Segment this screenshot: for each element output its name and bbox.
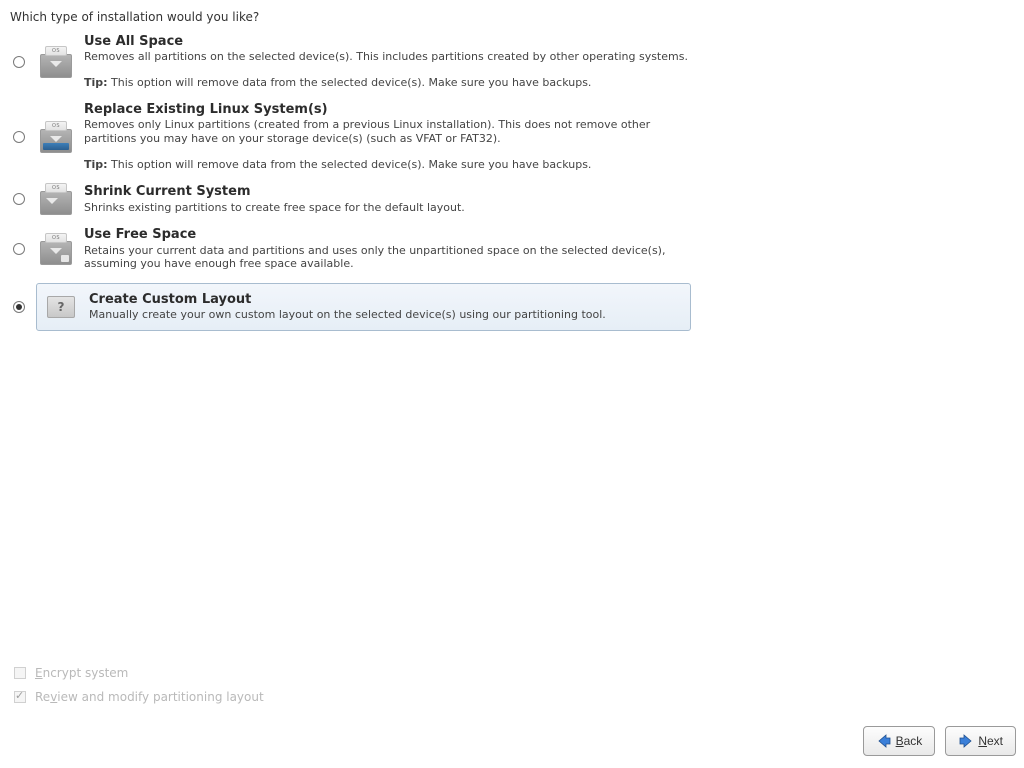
option-replace-linux[interactable]: OS Replace Existing Linux System(s) Remo… [10, 102, 1014, 172]
back-button[interactable]: Back [863, 726, 936, 756]
review-layout-row: Review and modify partitioning layout [10, 688, 264, 706]
navigation-buttons: Back Next [863, 726, 1016, 756]
arrow-left-icon [876, 733, 892, 749]
bottom-options: Encrypt system Review and modify partiti… [10, 664, 264, 706]
option-title: Use All Space [84, 34, 688, 50]
option-desc: Retains your current data and partitions… [84, 244, 694, 272]
option-tip: Tip: This option will remove data from t… [84, 76, 688, 90]
encrypt-checkbox [14, 667, 26, 679]
option-title: Create Custom Layout [89, 292, 606, 308]
radio-use-all-space[interactable] [13, 56, 25, 68]
option-desc: Removes all partitions on the selected d… [84, 50, 688, 64]
question-icon: ? [47, 296, 75, 318]
encrypt-label: Encrypt system [35, 666, 128, 680]
option-desc: Shrinks existing partitions to create fr… [84, 201, 465, 215]
shrink-icon: OS [36, 183, 76, 215]
option-tip: Tip: This option will remove data from t… [84, 158, 694, 172]
review-checkbox [14, 691, 26, 703]
next-button[interactable]: Next [945, 726, 1016, 756]
replace-linux-icon: OS [36, 121, 76, 153]
option-desc: Removes only Linux partitions (created f… [84, 118, 694, 146]
option-use-all-space[interactable]: OS Use All Space Removes all partitions … [10, 34, 1014, 90]
option-shrink[interactable]: OS Shrink Current System Shrinks existin… [10, 183, 1014, 215]
option-free-space[interactable]: OS Use Free Space Retains your current d… [10, 227, 1014, 271]
option-desc: Manually create your own custom layout o… [89, 308, 606, 322]
free-space-icon: OS [36, 233, 76, 265]
review-label: Review and modify partitioning layout [35, 690, 264, 704]
install-type-options: OS Use All Space Removes all partitions … [10, 34, 1014, 331]
radio-free-space[interactable] [13, 243, 25, 255]
option-title: Use Free Space [84, 227, 694, 243]
radio-custom-layout[interactable] [13, 301, 25, 313]
encrypt-system-row: Encrypt system [10, 664, 264, 682]
option-custom-layout[interactable]: ? Create Custom Layout Manually create y… [10, 283, 1014, 331]
custom-layout-panel: ? Create Custom Layout Manually create y… [36, 283, 691, 331]
radio-shrink[interactable] [13, 193, 25, 205]
arrow-right-icon [958, 733, 974, 749]
option-title: Replace Existing Linux System(s) [84, 102, 694, 118]
option-title: Shrink Current System [84, 184, 465, 200]
use-all-space-icon: OS [36, 46, 76, 78]
page-heading: Which type of installation would you lik… [10, 10, 1014, 24]
radio-replace-linux[interactable] [13, 131, 25, 143]
